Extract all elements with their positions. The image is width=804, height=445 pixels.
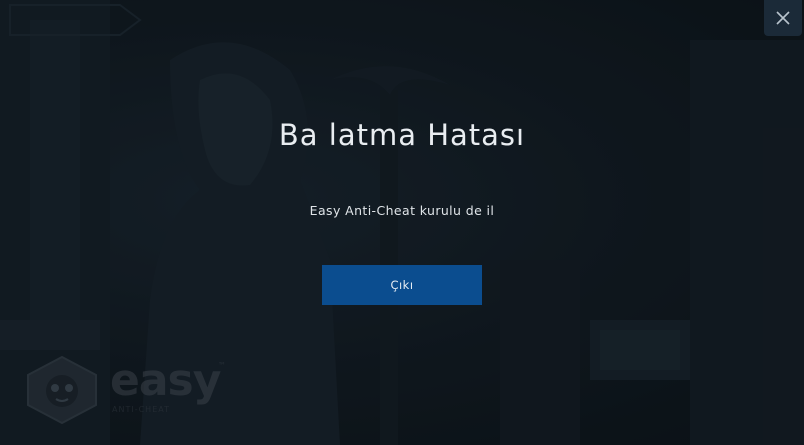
error-message: Easy Anti-Cheat kurulu de il [309, 203, 495, 218]
error-title: Ba latma Hatası [278, 118, 526, 152]
close-button[interactable] [764, 0, 802, 36]
exit-button[interactable]: Çıkı [322, 265, 482, 305]
easy-anti-cheat-logo: easy ™ ANTI-CHEAT [24, 355, 234, 425]
eac-logo-word: easy [110, 355, 221, 406]
eac-logo-trademark: ™ [218, 361, 226, 370]
close-icon [776, 11, 790, 25]
launcher-error-window: easy ™ ANTI-CHEAT Ba latma Hatası Easy A… [0, 0, 804, 445]
eac-logo-subtitle: ANTI-CHEAT [112, 405, 170, 414]
eac-shield-icon [27, 355, 97, 425]
